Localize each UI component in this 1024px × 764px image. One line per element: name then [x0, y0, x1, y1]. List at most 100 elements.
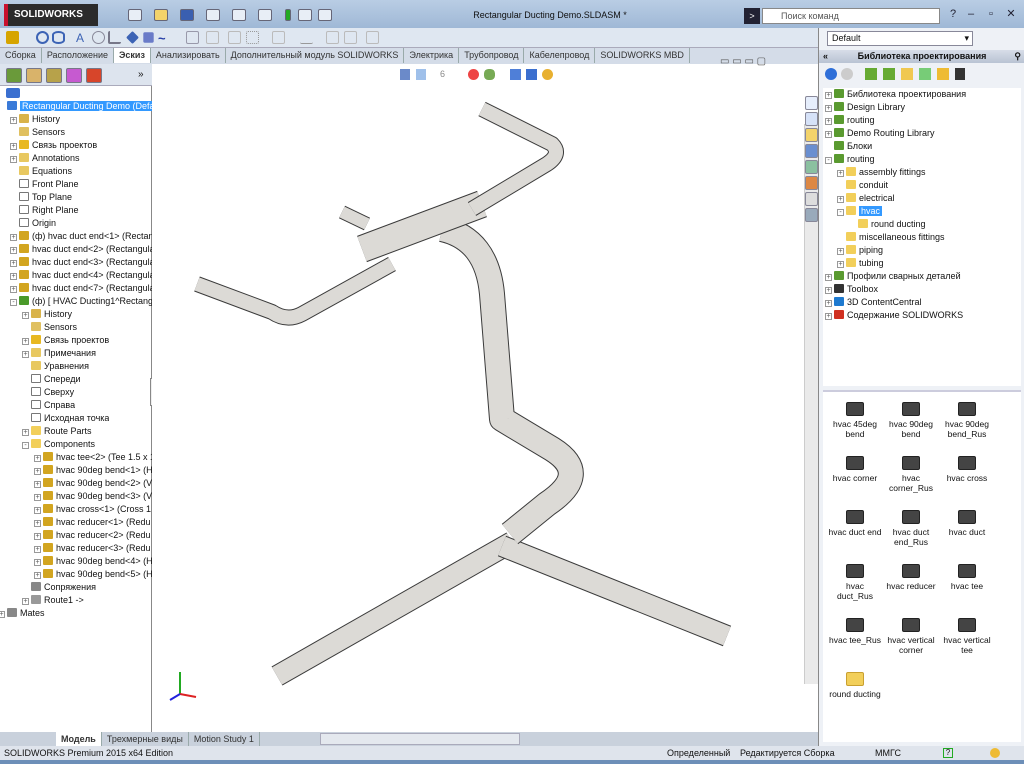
relations-icon[interactable]	[300, 31, 313, 44]
tree-item[interactable]: + Route1 ->	[22, 594, 84, 607]
slot-icon[interactable]	[92, 31, 105, 44]
tab-3d-views[interactable]: Трехмерные виды	[102, 732, 189, 747]
rebuild-status-icon[interactable]	[990, 748, 1000, 758]
expand-icon[interactable]: +	[10, 286, 17, 293]
library-item[interactable]: hvac corner_Rus	[883, 456, 939, 493]
tab-cabling[interactable]: Кабелепровод	[524, 48, 596, 63]
tree-item[interactable]: round ducting	[849, 218, 926, 231]
expand-icon[interactable]: +	[825, 131, 832, 138]
rapid-sketch-icon[interactable]	[366, 31, 379, 44]
file-properties-icon[interactable]	[298, 9, 312, 21]
tree-item[interactable]: + routing	[825, 114, 875, 127]
pin-icon[interactable]: ⚲	[1014, 50, 1021, 63]
tree-item[interactable]: + hvac reducer<2> (Redu	[34, 529, 151, 542]
expand-icon[interactable]: +	[34, 468, 41, 475]
tree-item[interactable]: + hvac 90deg bend<3> (V	[34, 490, 152, 503]
circle-icon[interactable]	[36, 31, 49, 44]
sidebar-resources-icon[interactable]	[805, 112, 818, 126]
help-icon[interactable]: ?	[944, 6, 962, 22]
tab-layout[interactable]: Расположение	[42, 48, 114, 63]
tree-item[interactable]: Rectangular Ducting Demo (Default	[0, 100, 167, 113]
expand-icon[interactable]: +	[34, 520, 41, 527]
library-item[interactable]: hvac duct_Rus	[827, 564, 883, 601]
tree-item[interactable]: + Связь проектов	[22, 334, 109, 347]
tab-motion-study[interactable]: Motion Study 1	[189, 732, 260, 747]
text-icon[interactable]: A	[76, 31, 89, 45]
expand-icon[interactable]: +	[10, 260, 17, 267]
print-icon[interactable]	[206, 9, 220, 21]
feature-manager-tab-icon[interactable]	[6, 68, 22, 83]
refresh-icon[interactable]	[919, 68, 931, 80]
expand-icon[interactable]: +	[34, 507, 41, 514]
move-icon[interactable]	[272, 31, 285, 44]
expand-icon[interactable]: +	[825, 92, 832, 99]
rebuild-icon[interactable]	[285, 9, 291, 21]
expand-icon[interactable]: +	[22, 312, 29, 319]
tree-item[interactable]: + hvac duct end<4> (Rectangular	[10, 269, 158, 282]
tree-item[interactable]: + hvac 90deg bend<1> (H	[34, 464, 153, 477]
tree-item[interactable]: + History	[10, 113, 60, 126]
search-commands-input[interactable]: Поиск команд	[762, 8, 940, 24]
sidebar-view-palette-icon[interactable]	[805, 144, 818, 158]
collapse-icon[interactable]: «	[823, 50, 828, 63]
expand-icon[interactable]: +	[837, 261, 844, 268]
tree-item[interactable]: conduit	[837, 179, 888, 192]
sidebar-file-explorer-icon[interactable]	[805, 128, 818, 142]
tree-item[interactable]: + History	[22, 308, 72, 321]
configuration-manager-tab-icon[interactable]	[46, 68, 62, 83]
library-item[interactable]: hvac tee_Rus	[827, 618, 883, 645]
sidebar-pht-icon[interactable]	[805, 192, 818, 206]
expand-icon[interactable]: +	[22, 351, 29, 358]
expand-icon[interactable]: +	[837, 196, 844, 203]
forward-icon[interactable]	[841, 68, 853, 80]
expand-icon[interactable]: +	[825, 118, 832, 125]
tree-item[interactable]: + Библиотека проектирования	[825, 88, 966, 101]
expand-icon[interactable]: +	[10, 273, 17, 280]
tree-item[interactable]: + hvac 90deg bend<4> (H	[34, 555, 153, 568]
save-icon[interactable]	[180, 9, 194, 21]
tree-item[interactable]: + Примечания	[22, 347, 96, 360]
tree-item[interactable]: Сопряжения	[22, 581, 96, 594]
tree-item[interactable]: + Профили сварных деталей	[825, 270, 961, 283]
tree-item[interactable]: Сверху	[22, 386, 74, 399]
library-item[interactable]: hvac duct end_Rus	[883, 510, 939, 547]
expand-icon[interactable]: +	[825, 313, 832, 320]
tab-evaluate[interactable]: Анализировать	[151, 48, 226, 63]
select-icon[interactable]	[258, 9, 272, 21]
spline-icon[interactable]: ~	[158, 31, 171, 46]
tree-item[interactable]: + hvac cross<1> (Cross 1	[34, 503, 151, 516]
tree-item[interactable]: + hvac tee<2> (Tee 1.5 x 1	[34, 451, 155, 464]
library-item[interactable]: hvac 90deg bend_Rus	[939, 402, 995, 439]
pattern-icon[interactable]	[126, 31, 139, 44]
expand-icon[interactable]: +	[825, 105, 832, 112]
display-manager-tab-icon[interactable]	[86, 68, 102, 83]
expand-icon[interactable]: +	[10, 156, 17, 163]
up-folder-icon[interactable]	[937, 68, 949, 80]
tree-item[interactable]: + Содержание SOLIDWORKS	[825, 309, 963, 322]
collapse-icon[interactable]: -	[22, 442, 29, 449]
offset-icon[interactable]	[206, 31, 219, 44]
add-file-location-icon[interactable]	[883, 68, 895, 80]
expand-icon[interactable]: +	[10, 117, 17, 124]
tree-item[interactable]: - hvac	[837, 205, 883, 218]
ellipse-icon[interactable]	[52, 31, 65, 44]
expand-icon[interactable]: +	[825, 274, 832, 281]
library-item[interactable]: hvac 90deg bend	[883, 402, 939, 439]
dimxpert-tab-icon[interactable]	[66, 68, 82, 83]
tab-scroll-arrows[interactable]	[0, 732, 56, 746]
tab-electrical[interactable]: Электрика	[404, 48, 460, 63]
tree-item[interactable]: + tubing	[837, 257, 884, 270]
expand-icon[interactable]: +	[22, 338, 29, 345]
tree-item[interactable]: Right Plane	[10, 204, 79, 217]
library-item[interactable]: hvac reducer	[883, 564, 939, 591]
expand-icon[interactable]: +	[10, 234, 17, 241]
tree-item[interactable]: + hvac duct end<3> (Rectangular	[10, 256, 158, 269]
minimize-button[interactable]: –	[962, 6, 980, 22]
tree-item[interactable]: + Design Library	[825, 101, 905, 114]
filter-icon[interactable]	[6, 88, 20, 98]
expand-icon[interactable]: +	[34, 455, 41, 462]
convert-icon[interactable]	[143, 32, 154, 43]
sidebar-design-library-icon[interactable]	[805, 96, 818, 110]
tree-item[interactable]: + hvac reducer<1> (Redu	[34, 516, 151, 529]
tree-item[interactable]: + hvac reducer<3> (Redu	[34, 542, 151, 555]
